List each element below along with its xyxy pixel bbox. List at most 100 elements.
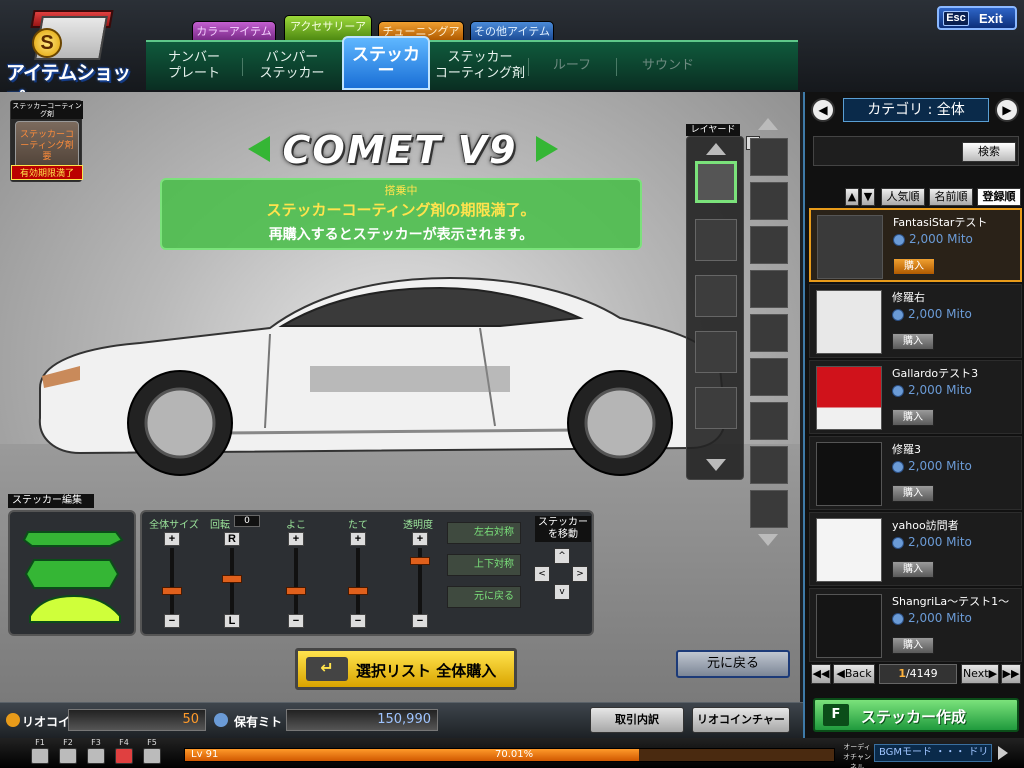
sort-up-icon[interactable]: ▲ bbox=[845, 188, 859, 206]
f5-shortcut[interactable]: F5 bbox=[140, 738, 164, 766]
f4-icon bbox=[115, 748, 133, 764]
layer-slot-3[interactable] bbox=[695, 275, 737, 317]
opacity-minus-button[interactable]: − bbox=[412, 614, 428, 628]
tab-other-items[interactable]: その他アイテム bbox=[470, 21, 554, 41]
move-left-button[interactable]: < bbox=[534, 566, 550, 582]
f3-icon bbox=[87, 748, 105, 764]
rotate-slider-thumb[interactable] bbox=[222, 575, 242, 583]
subtab-sticker-coating[interactable]: ステッカー コーティング剤 bbox=[432, 42, 528, 90]
size-plus-button[interactable]: + bbox=[164, 532, 180, 546]
sticker-slot[interactable] bbox=[750, 182, 788, 220]
bgm-mode-text[interactable]: BGMモード ・・・ ドリ bbox=[874, 744, 992, 762]
layer-slot-2[interactable] bbox=[695, 219, 737, 261]
side-view-icon bbox=[24, 559, 120, 589]
horizontal-slider-thumb[interactable] bbox=[286, 587, 306, 595]
size-slider[interactable]: + − bbox=[162, 532, 182, 632]
rotate-left-button[interactable]: L bbox=[224, 614, 240, 628]
back-page-button[interactable]: ◀Back bbox=[833, 664, 875, 684]
move-up-button[interactable]: ^ bbox=[554, 548, 570, 564]
revert-button[interactable]: 元に戻る bbox=[676, 650, 790, 678]
move-right-button[interactable]: > bbox=[572, 566, 588, 582]
move-down-button[interactable]: v bbox=[554, 584, 570, 600]
layer-slot-1[interactable] bbox=[695, 161, 737, 203]
currency-bar: リオコイン 50 保有ミト 150,990 取引内訳 リオコインチャージ bbox=[0, 702, 803, 750]
list-item[interactable]: Gallardoテスト3 2,000 Mito 購入 bbox=[809, 360, 1022, 434]
rotate-slider[interactable]: R L bbox=[222, 532, 242, 632]
layer-slot-5[interactable] bbox=[695, 387, 737, 429]
current-page: 1 bbox=[898, 667, 906, 680]
vertical-plus-button[interactable]: + bbox=[350, 532, 366, 546]
subtab-sticker[interactable]: ステッカー bbox=[342, 36, 430, 90]
slots-up-icon[interactable] bbox=[758, 118, 778, 130]
reset-sticker-button[interactable]: 元に戻る bbox=[447, 586, 521, 608]
purchase-button[interactable]: 購入 bbox=[892, 333, 934, 350]
list-item[interactable]: yahoo訪問者 2,000 Mito 購入 bbox=[809, 512, 1022, 586]
subtab-number-plate[interactable]: ナンバー プレート bbox=[146, 42, 242, 90]
horizontal-plus-button[interactable]: + bbox=[288, 532, 304, 546]
next-category-icon[interactable]: ▶ bbox=[995, 98, 1019, 122]
last-page-button[interactable]: ▶▶ bbox=[1001, 664, 1021, 684]
play-icon[interactable] bbox=[998, 746, 1008, 760]
size-slider-thumb[interactable] bbox=[162, 587, 182, 595]
opacity-plus-button[interactable]: + bbox=[412, 532, 428, 546]
sticker-slot[interactable] bbox=[750, 490, 788, 528]
sticker-slot[interactable] bbox=[750, 446, 788, 484]
vertical-slider[interactable]: + − bbox=[348, 532, 368, 632]
layer-slot-4[interactable] bbox=[695, 331, 737, 373]
layer-down-icon[interactable] bbox=[706, 459, 726, 471]
search-button[interactable]: 検索 bbox=[962, 142, 1016, 162]
rio-coin-charge-button[interactable]: リオコインチャージ bbox=[692, 707, 790, 750]
list-item[interactable]: 修羅右 2,000 Mito 購入 bbox=[809, 284, 1022, 358]
prev-car-arrow-icon[interactable] bbox=[248, 136, 270, 162]
next-page-button[interactable]: Next▶ bbox=[961, 664, 999, 684]
mirror-vertical-button[interactable]: 上下対称 bbox=[447, 554, 521, 576]
mirror-horizontal-button[interactable]: 左右対称 bbox=[447, 522, 521, 544]
sort-down-icon[interactable]: ▼ bbox=[861, 188, 875, 206]
layer-up-icon[interactable] bbox=[706, 143, 726, 155]
sticker-slot[interactable] bbox=[750, 402, 788, 440]
vertical-slider-thumb[interactable] bbox=[348, 587, 368, 595]
sticker-slot[interactable] bbox=[750, 138, 788, 176]
opacity-slider[interactable]: + − bbox=[410, 532, 430, 632]
rotate-right-button[interactable]: R bbox=[224, 532, 240, 546]
list-item[interactable]: ShangriLa〜テスト1〜 2,000 Mito 購入 bbox=[809, 588, 1022, 662]
f2-shortcut[interactable]: F2 bbox=[56, 738, 80, 766]
buy-all-button[interactable]: ↵ 選択リスト 全体購入 bbox=[295, 648, 517, 690]
divider bbox=[242, 58, 243, 76]
subtab-sound[interactable]: サウンド bbox=[620, 42, 716, 90]
car-name: COMET V9 bbox=[282, 128, 518, 172]
f1-shortcut[interactable]: F1 bbox=[28, 738, 52, 766]
horizontal-minus-button[interactable]: − bbox=[288, 614, 304, 628]
purchase-button[interactable]: 購入 bbox=[892, 561, 934, 578]
opacity-slider-thumb[interactable] bbox=[410, 557, 430, 565]
vertical-minus-button[interactable]: − bbox=[350, 614, 366, 628]
list-item[interactable]: FantasiStarテスト 2,000 Mito 購入 bbox=[809, 208, 1022, 282]
tab-color-items[interactable]: カラーアイテム bbox=[192, 21, 276, 41]
sticker-slot[interactable] bbox=[750, 226, 788, 264]
purchase-button[interactable]: 購入 bbox=[892, 485, 934, 502]
size-minus-button[interactable]: − bbox=[164, 614, 180, 628]
list-item[interactable]: 修羅3 2,000 Mito 購入 bbox=[809, 436, 1022, 510]
sort-date-button[interactable]: 登録順 bbox=[977, 188, 1021, 206]
subtab-bumper-sticker[interactable]: バンパー ステッカー bbox=[244, 42, 340, 90]
first-page-button[interactable]: ◀◀ bbox=[811, 664, 831, 684]
next-car-arrow-icon[interactable] bbox=[536, 136, 558, 162]
transaction-history-button[interactable]: 取引内訳 bbox=[590, 707, 684, 733]
sticker-slot[interactable] bbox=[750, 358, 788, 396]
exit-button[interactable]: Esc Exit bbox=[937, 6, 1017, 30]
sticker-thumbnail bbox=[817, 215, 883, 279]
create-sticker-button[interactable]: F ステッカー作成 bbox=[813, 698, 1019, 732]
prev-category-icon[interactable]: ◀ bbox=[811, 98, 835, 122]
subtab-roof[interactable]: ルーフ bbox=[532, 42, 612, 90]
horizontal-slider[interactable]: + − bbox=[286, 532, 306, 632]
f3-shortcut[interactable]: F3 bbox=[84, 738, 108, 766]
purchase-button[interactable]: 購入 bbox=[893, 258, 935, 275]
slots-down-icon[interactable] bbox=[758, 534, 778, 546]
f4-shortcut[interactable]: F4 bbox=[112, 738, 136, 766]
sort-name-button[interactable]: 名前順 bbox=[929, 188, 973, 206]
purchase-button[interactable]: 購入 bbox=[892, 637, 934, 654]
sticker-slot[interactable] bbox=[750, 270, 788, 308]
sort-popular-button[interactable]: 人気順 bbox=[881, 188, 925, 206]
purchase-button[interactable]: 購入 bbox=[892, 409, 934, 426]
sticker-slot[interactable] bbox=[750, 314, 788, 352]
